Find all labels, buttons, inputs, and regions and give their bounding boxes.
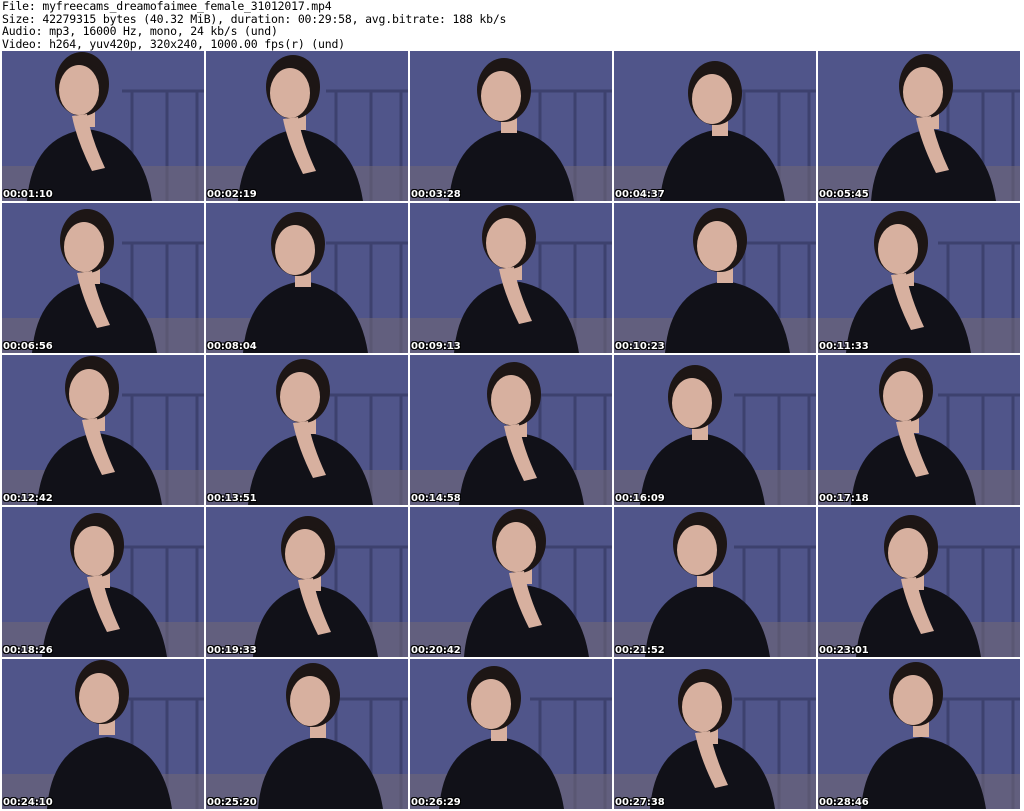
video-thumbnail[interactable]: 00:25:20 xyxy=(206,659,408,809)
video-thumbnail[interactable]: 00:23:01 xyxy=(818,507,1020,657)
video-thumbnail[interactable]: 00:08:04 xyxy=(206,203,408,353)
video-thumbnail[interactable]: 00:10:23 xyxy=(614,203,816,353)
video-thumbnail[interactable]: 00:11:33 xyxy=(818,203,1020,353)
thumbnail-timestamp: 00:16:09 xyxy=(615,493,665,504)
thumbnail-timestamp: 00:21:52 xyxy=(615,645,665,656)
video-thumbnail[interactable]: 00:13:51 xyxy=(206,355,408,505)
thumbnail-timestamp: 00:02:19 xyxy=(207,189,257,200)
video-thumbnail[interactable]: 00:28:46 xyxy=(818,659,1020,809)
video-thumbnail[interactable]: 00:05:45 xyxy=(818,51,1020,201)
audio-line: Audio: mp3, 16000 Hz, mono, 24 kb/s (und… xyxy=(2,24,278,38)
thumbnail-timestamp: 00:12:42 xyxy=(3,493,53,504)
frame-image xyxy=(2,203,204,353)
frame-image xyxy=(818,51,1020,201)
video-thumbnail[interactable]: 00:17:18 xyxy=(818,355,1020,505)
frame-image xyxy=(2,355,204,505)
thumbnail-timestamp: 00:27:38 xyxy=(615,797,665,808)
video-thumbnail[interactable]: 00:04:37 xyxy=(614,51,816,201)
thumbnail-timestamp: 00:01:10 xyxy=(3,189,53,200)
frame-image xyxy=(818,355,1020,505)
frame-image xyxy=(206,355,408,505)
video-thumbnail[interactable]: 00:18:26 xyxy=(2,507,204,657)
frame-image xyxy=(2,507,204,657)
video-thumbnail[interactable]: 00:09:13 xyxy=(410,203,612,353)
video-thumbnail[interactable]: 00:26:29 xyxy=(410,659,612,809)
video-line: Video: h264, yuv420p, 320x240, 1000.00 f… xyxy=(2,36,345,51)
thumbnail-timestamp: 00:19:33 xyxy=(207,645,257,656)
video-thumbnail[interactable]: 00:27:38 xyxy=(614,659,816,809)
thumbnail-timestamp: 00:05:45 xyxy=(819,189,869,200)
video-thumbnail[interactable]: 00:14:58 xyxy=(410,355,612,505)
frame-image xyxy=(206,659,408,809)
thumbnail-timestamp: 00:13:51 xyxy=(207,493,257,504)
thumbnail-timestamp: 00:20:42 xyxy=(411,645,461,656)
frame-image xyxy=(410,203,612,353)
thumbnail-timestamp: 00:09:13 xyxy=(411,341,461,352)
thumbnail-timestamp: 00:17:18 xyxy=(819,493,869,504)
thumbnail-timestamp: 00:10:23 xyxy=(615,341,665,352)
thumbnail-timestamp: 00:04:37 xyxy=(615,189,665,200)
video-thumbnail[interactable]: 00:19:33 xyxy=(206,507,408,657)
frame-image xyxy=(614,659,816,809)
thumbnail-timestamp: 00:28:46 xyxy=(819,797,869,808)
frame-image xyxy=(614,51,816,201)
thumbnail-timestamp: 00:26:29 xyxy=(411,797,461,808)
frame-image xyxy=(818,659,1020,809)
thumbnail-grid: 00:01:10 00:02:19 00:03:28 00:04:37 00:0… xyxy=(2,51,1024,811)
thumbnail-timestamp: 00:18:26 xyxy=(3,645,53,656)
frame-image xyxy=(206,51,408,201)
thumbnail-timestamp: 00:24:10 xyxy=(3,797,53,808)
frame-image xyxy=(818,507,1020,657)
thumbnail-timestamp: 00:14:58 xyxy=(411,493,461,504)
video-thumbnail[interactable]: 00:16:09 xyxy=(614,355,816,505)
frame-image xyxy=(614,507,816,657)
frame-image xyxy=(410,355,612,505)
frame-image xyxy=(410,507,612,657)
video-thumbnail[interactable]: 00:21:52 xyxy=(614,507,816,657)
thumbnail-timestamp: 00:23:01 xyxy=(819,645,869,656)
frame-image xyxy=(410,659,612,809)
frame-image xyxy=(614,355,816,505)
video-thumbnail[interactable]: 00:06:56 xyxy=(2,203,204,353)
video-thumbnail[interactable]: 00:24:10 xyxy=(2,659,204,809)
file-info-header: File: myfreecams_dreamofaimee_female_310… xyxy=(2,0,1022,50)
thumbnail-timestamp: 00:25:20 xyxy=(207,797,257,808)
frame-image xyxy=(614,203,816,353)
video-thumbnail[interactable]: 00:20:42 xyxy=(410,507,612,657)
frame-image xyxy=(2,659,204,809)
thumbnail-timestamp: 00:08:04 xyxy=(207,341,257,352)
thumbnail-timestamp: 00:11:33 xyxy=(819,341,869,352)
thumbnail-timestamp: 00:06:56 xyxy=(3,341,53,352)
file-name-line: File: myfreecams_dreamofaimee_female_310… xyxy=(2,0,332,13)
video-thumbnail[interactable]: 00:03:28 xyxy=(410,51,612,201)
video-thumbnail[interactable]: 00:01:10 xyxy=(2,51,204,201)
frame-image xyxy=(206,507,408,657)
frame-image xyxy=(818,203,1020,353)
frame-image xyxy=(410,51,612,201)
video-thumbnail[interactable]: 00:02:19 xyxy=(206,51,408,201)
frame-image xyxy=(206,203,408,353)
thumbnail-timestamp: 00:03:28 xyxy=(411,189,461,200)
video-thumbnail[interactable]: 00:12:42 xyxy=(2,355,204,505)
frame-image xyxy=(2,51,204,201)
